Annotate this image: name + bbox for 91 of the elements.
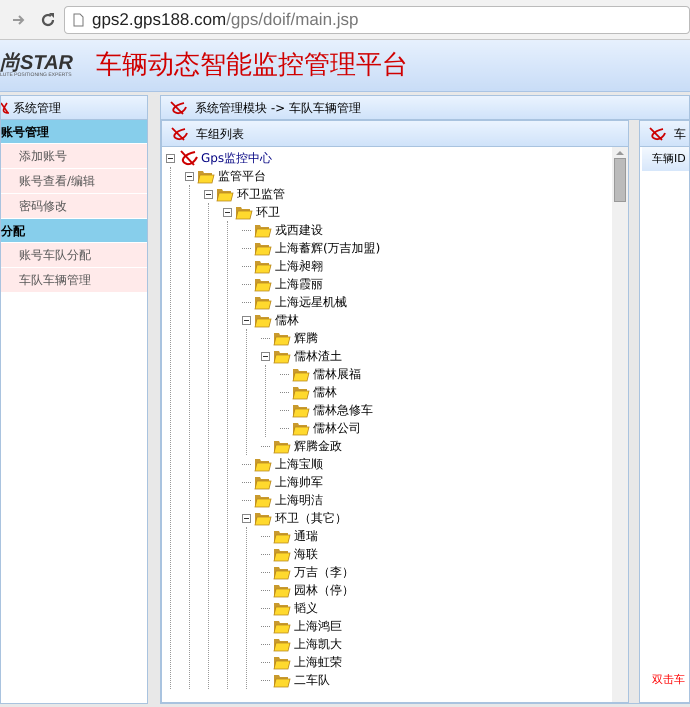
menu-group-header[interactable]: 分配	[1, 219, 147, 243]
folder-icon	[273, 528, 291, 544]
folder-icon	[273, 438, 291, 454]
folder-icon	[273, 348, 291, 364]
tree-node[interactable]: 戎西建设	[275, 221, 323, 239]
sidebar-title: 系统管理	[13, 100, 61, 116]
tree-node[interactable]: 儒林渣土	[294, 347, 342, 365]
collapse-icon[interactable]	[166, 154, 175, 162]
folder-icon	[273, 546, 291, 562]
tree-node[interactable]: 上海明洁	[275, 491, 323, 509]
tree-node[interactable]: 二车队	[294, 671, 330, 689]
panel-title: 车	[674, 126, 686, 142]
folder-icon	[197, 168, 215, 184]
folder-icon	[216, 186, 234, 202]
menu-item[interactable]: 车队车辆管理	[1, 268, 147, 293]
tree-node[interactable]: 辉腾	[294, 329, 318, 347]
tree-node[interactable]: 上海凯大	[294, 635, 342, 653]
panel-title: 车组列表	[196, 126, 244, 142]
tree-node[interactable]: 上海帅军	[275, 473, 323, 491]
tree-node[interactable]: 环卫	[256, 203, 280, 221]
menu-item[interactable]: 添加账号	[1, 144, 147, 169]
scrollbar[interactable]	[612, 147, 628, 702]
swirl-icon	[170, 126, 188, 140]
menu-group-header[interactable]: 账号管理	[1, 120, 147, 144]
collapse-icon[interactable]	[242, 514, 251, 522]
app-title: 车辆动态智能监控管理平台	[96, 49, 408, 82]
tree-node[interactable]: 儒林展福	[313, 365, 361, 383]
reload-icon[interactable]	[40, 12, 56, 28]
tree-node[interactable]: 环卫监管	[237, 185, 285, 203]
tree-node[interactable]: Gps监控中心	[201, 149, 272, 167]
folder-icon	[254, 474, 272, 490]
tree-node[interactable]: 上海鸿巨	[294, 617, 342, 635]
folder-icon	[254, 240, 272, 256]
tree-node[interactable]: 环卫（其它）	[275, 509, 347, 527]
url-text: gps2.gps188.com/gps/doif/main.jsp	[92, 8, 358, 31]
tree-node[interactable]: 上海昶翱	[275, 257, 323, 275]
swirl-icon	[178, 150, 198, 166]
menu-item[interactable]: 密码修改	[1, 194, 147, 219]
tree-node[interactable]: 辉腾金政	[294, 437, 342, 455]
menu-item[interactable]: 账号车队分配	[1, 243, 147, 268]
folder-icon	[292, 420, 310, 436]
menu-item[interactable]: 账号查看/编辑	[1, 169, 147, 194]
folder-icon	[273, 618, 291, 634]
folder-icon	[273, 582, 291, 598]
tree-node[interactable]: 上海蓄辉(万吉加盟)	[275, 239, 380, 257]
folder-icon	[292, 384, 310, 400]
tree-node[interactable]: 监管平台	[218, 167, 266, 185]
page-icon	[73, 12, 84, 26]
tree-node[interactable]: 通瑞	[294, 527, 318, 545]
folder-icon	[292, 402, 310, 418]
folder-icon	[273, 636, 291, 652]
folder-icon	[273, 330, 291, 346]
swirl-icon	[1, 100, 9, 114]
folder-icon	[254, 492, 272, 508]
collapse-icon[interactable]	[242, 316, 251, 324]
swirl-icon	[648, 126, 666, 140]
tree-node[interactable]: 园林（停）	[294, 581, 354, 599]
address-bar[interactable]: gps2.gps188.com/gps/doif/main.jsp	[64, 6, 690, 34]
collapse-icon[interactable]	[185, 172, 194, 180]
tree-node[interactable]: 上海宝顺	[275, 455, 323, 473]
tree-node[interactable]: 上海远星机械	[275, 293, 347, 311]
folder-icon	[254, 222, 272, 238]
folder-icon	[292, 366, 310, 382]
folder-icon	[235, 204, 253, 220]
folder-icon	[254, 276, 272, 292]
folder-icon	[273, 672, 291, 688]
tree-node[interactable]: 上海霞丽	[275, 275, 323, 293]
tree-node[interactable]: 儒林	[275, 311, 299, 329]
folder-icon	[254, 312, 272, 328]
swirl-icon	[169, 100, 187, 114]
folder-icon	[273, 600, 291, 616]
folder-icon	[254, 456, 272, 472]
tree-node[interactable]: 海联	[294, 545, 318, 563]
hint-text: 双击车	[652, 672, 685, 688]
tree-node[interactable]: 韬义	[294, 599, 318, 617]
breadcrumb-text: 系统管理模块 -> 车队车辆管理	[195, 100, 362, 116]
tree-node[interactable]: 儒林急修车	[313, 401, 373, 419]
folder-icon	[254, 510, 272, 526]
tree-node[interactable]: 儒林公司	[313, 419, 361, 437]
tree-node[interactable]: 万吉（李）	[294, 563, 354, 581]
tree-node[interactable]: 上海虹荣	[294, 653, 342, 671]
folder-icon	[273, 564, 291, 580]
column-header[interactable]: 车辆ID	[642, 147, 689, 171]
forward-icon[interactable]	[12, 12, 26, 26]
collapse-icon[interactable]	[261, 352, 270, 360]
folder-icon	[254, 294, 272, 310]
collapse-icon[interactable]	[204, 190, 213, 198]
folder-icon	[254, 258, 272, 274]
collapse-icon[interactable]	[223, 208, 232, 216]
tree-node[interactable]: 儒林	[313, 383, 337, 401]
folder-icon	[273, 654, 291, 670]
